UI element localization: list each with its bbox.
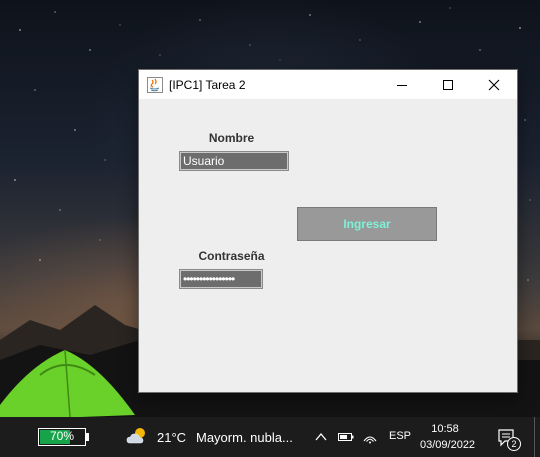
nombre-label: Nombre (208, 131, 255, 145)
maximize-button[interactable] (425, 70, 471, 99)
ingresar-button[interactable]: Ingresar (297, 207, 437, 241)
usuario-input[interactable]: Usuario (179, 151, 289, 171)
chevron-up-icon[interactable] (313, 429, 329, 445)
show-desktop-button[interactable] (534, 417, 535, 457)
title-bar[interactable]: [IPC1] Tarea 2 (139, 70, 517, 99)
app-window: [IPC1] Tarea 2 Nombre Usuario Ingresar C… (138, 69, 518, 393)
password-input[interactable]: •••••••••••••••• (179, 269, 263, 289)
clock[interactable]: 10:58 03/09/2022 (420, 421, 476, 453)
battery-cap (86, 433, 89, 441)
close-icon (488, 79, 500, 90)
notification-badge: 2 (507, 437, 521, 451)
minimize-button[interactable] (379, 70, 425, 99)
weather-forecast[interactable]: Mayorm. nubla... (196, 430, 293, 445)
battery-percent: 70% (49, 429, 75, 443)
minimize-icon (397, 84, 407, 86)
temperature[interactable]: 21°C (157, 430, 186, 445)
window-controls (379, 70, 517, 99)
login-form: Nombre Usuario Ingresar Contraseña •••••… (139, 99, 517, 392)
taskbar: 70% 21°C Mayorm. nubla... ESP 10:58 03/0… (0, 417, 540, 457)
battery-tray-icon[interactable] (338, 429, 354, 445)
java-app-icon (147, 76, 163, 93)
close-button[interactable] (471, 70, 517, 99)
tent-image (0, 349, 135, 420)
window-title: [IPC1] Tarea 2 (169, 77, 246, 92)
language-indicator[interactable]: ESP (389, 430, 411, 442)
clock-date: 03/09/2022 (420, 439, 476, 451)
partly-cloudy-icon[interactable] (126, 426, 150, 446)
clock-time: 10:58 (431, 423, 459, 435)
maximize-icon (443, 79, 453, 90)
wifi-icon[interactable] (362, 429, 378, 445)
contrasena-label: Contraseña (198, 249, 265, 263)
